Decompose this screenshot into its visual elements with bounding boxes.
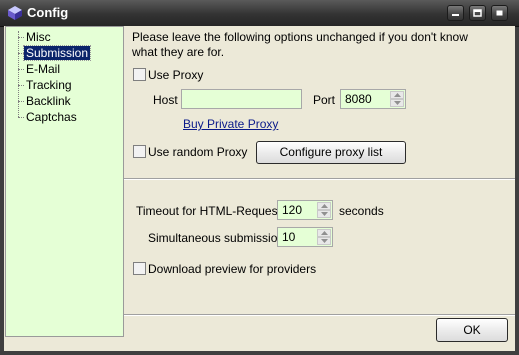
tree-item-email[interactable]: E-Mail (24, 62, 62, 76)
settings-panel: Please leave the following options uncha… (124, 26, 515, 351)
close-button[interactable] (491, 5, 508, 21)
info-text: Please leave the following options uncha… (132, 30, 468, 59)
simultaneous-spinner[interactable]: 10 (277, 227, 333, 247)
ok-button[interactable]: OK (436, 318, 508, 342)
timeout-label: Timeout for HTML-Requests (136, 204, 287, 218)
section-divider (124, 178, 515, 180)
config-window: Config Misc Submission E-Mail Tracking B… (0, 0, 519, 355)
tree-item-misc[interactable]: Misc (24, 30, 53, 44)
category-tree[interactable]: Misc Submission E-Mail Tracking Backlink… (5, 26, 124, 337)
tree-item-tracking[interactable]: Tracking (24, 78, 74, 92)
minimize-icon (452, 14, 459, 16)
spin-down-icon[interactable] (317, 237, 331, 245)
configure-proxy-list-button[interactable]: Configure proxy list (256, 141, 406, 164)
port-spinner-arrows[interactable] (390, 91, 404, 107)
window-title: Config (27, 5, 69, 20)
spin-up-icon[interactable] (317, 229, 331, 237)
use-proxy-label[interactable]: Use Proxy (148, 68, 203, 82)
simultaneous-value: 10 (282, 230, 296, 244)
port-value: 8080 (345, 92, 372, 106)
app-cube-icon (8, 6, 22, 20)
use-random-proxy-label[interactable]: Use random Proxy (148, 145, 247, 159)
maximize-icon (473, 9, 482, 17)
spin-down-icon[interactable] (390, 99, 404, 107)
minimize-button[interactable] (447, 5, 464, 21)
tree-item-captchas[interactable]: Captchas (24, 110, 79, 124)
timeout-unit: seconds (339, 204, 384, 218)
host-label: Host (153, 93, 178, 107)
spin-down-icon[interactable] (317, 210, 331, 218)
timeout-spinner-arrows[interactable] (317, 202, 331, 218)
simultaneous-spinner-arrows[interactable] (317, 229, 331, 245)
use-proxy-checkbox[interactable] (133, 68, 146, 81)
port-spinner[interactable]: 8080 (340, 89, 406, 109)
spin-up-icon[interactable] (317, 202, 331, 210)
close-icon (496, 10, 503, 16)
simultaneous-label: Simultaneous submissions (148, 231, 291, 245)
tree-connector (18, 31, 19, 117)
timeout-spinner[interactable]: 120 (277, 200, 333, 220)
download-preview-checkbox[interactable] (133, 262, 146, 275)
maximize-button[interactable] (469, 5, 486, 21)
host-input[interactable] (181, 89, 302, 109)
use-random-proxy-checkbox[interactable] (133, 145, 146, 158)
spin-up-icon[interactable] (390, 91, 404, 99)
tree-item-submission[interactable]: Submission (22, 45, 92, 61)
footer-divider (124, 314, 515, 316)
port-label: Port (313, 93, 336, 107)
timeout-value: 120 (282, 203, 303, 217)
tree-item-backlink[interactable]: Backlink (24, 94, 73, 108)
buy-private-proxy-link[interactable]: Buy Private Proxy (183, 117, 278, 131)
title-bar[interactable]: Config (0, 0, 519, 27)
download-preview-label[interactable]: Download preview for providers (148, 262, 316, 276)
dialog-body: Misc Submission E-Mail Tracking Backlink… (4, 26, 515, 351)
